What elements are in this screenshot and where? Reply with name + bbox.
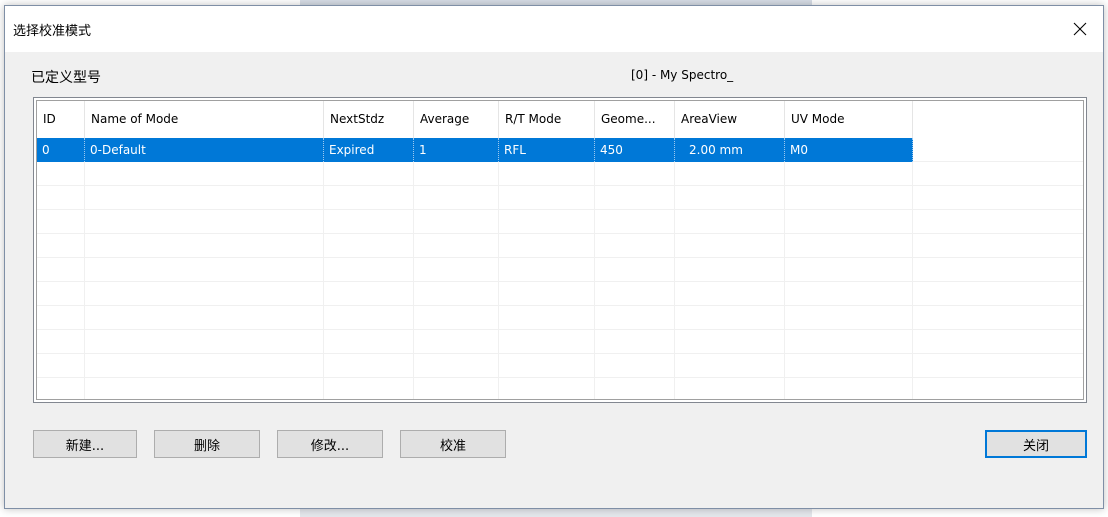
grid-line [498, 138, 499, 399]
grid-line [84, 138, 85, 399]
list-row [37, 258, 1083, 282]
grid-line [912, 138, 913, 399]
list-row [37, 186, 1083, 210]
modify-mode-button[interactable]: 修改... [277, 430, 383, 458]
column-header-rt-mode[interactable]: R/T Mode [499, 101, 595, 138]
calibration-mode-dialog: 选择校准模式 已定义型号 [0] - My Spectro_ ID Name o… [4, 5, 1104, 509]
column-header-nextstdz[interactable]: NextStdz [324, 101, 414, 138]
cell-areaview: 2.00 mm [675, 138, 785, 162]
delete-mode-button[interactable]: 删除 [154, 430, 260, 458]
cell-id: 0 [37, 138, 85, 162]
table-row-selected[interactable]: 0 0-Default Expired 1 RFL 450 2.00 mm M0 [37, 138, 913, 162]
title-bar: 选择校准模式 [5, 6, 1103, 52]
grid-line [784, 138, 785, 399]
column-header-id[interactable]: ID [37, 101, 85, 138]
close-window-button[interactable] [1057, 6, 1103, 52]
modes-list[interactable]: ID Name of Mode NextStdz Average R/T Mod… [33, 97, 1087, 403]
list-row [37, 306, 1083, 330]
cell-uv-mode: M0 [785, 138, 913, 162]
list-row [37, 234, 1083, 258]
background-window-edge-bottom [300, 509, 812, 517]
calibrate-button[interactable]: 校准 [400, 430, 506, 458]
grid-line [594, 138, 595, 399]
device-model-label: [0] - My Spectro_ [631, 68, 734, 82]
new-mode-button[interactable]: 新建... [33, 430, 137, 458]
list-row [37, 354, 1083, 378]
defined-models-label: 已定义型号 [31, 70, 101, 86]
modes-list-inner: ID Name of Mode NextStdz Average R/T Mod… [36, 100, 1084, 400]
list-row [37, 162, 1083, 186]
list-row [37, 210, 1083, 234]
grid-line [323, 138, 324, 399]
list-row [37, 378, 1083, 399]
column-header-name[interactable]: Name of Mode [85, 101, 324, 138]
list-row [37, 330, 1083, 354]
column-header-uv-mode[interactable]: UV Mode [785, 101, 913, 138]
close-icon [1073, 22, 1087, 36]
column-header-average[interactable]: Average [414, 101, 499, 138]
cell-rt-mode: RFL [499, 138, 595, 162]
cell-average: 1 [414, 138, 499, 162]
dialog-title: 选择校准模式 [13, 24, 92, 39]
column-header-geometry[interactable]: Geome... [595, 101, 675, 138]
close-button[interactable]: 关闭 [985, 430, 1087, 458]
cell-nextstdz: Expired [324, 138, 414, 162]
grid-line [413, 138, 414, 399]
column-header-areaview[interactable]: AreaView [675, 101, 785, 138]
column-header-filler [913, 101, 1083, 138]
list-row [37, 282, 1083, 306]
cell-name: 0-Default [85, 138, 324, 162]
cell-geometry: 450 [595, 138, 675, 162]
list-header: ID Name of Mode NextStdz Average R/T Mod… [37, 101, 1083, 138]
grid-line [674, 138, 675, 399]
